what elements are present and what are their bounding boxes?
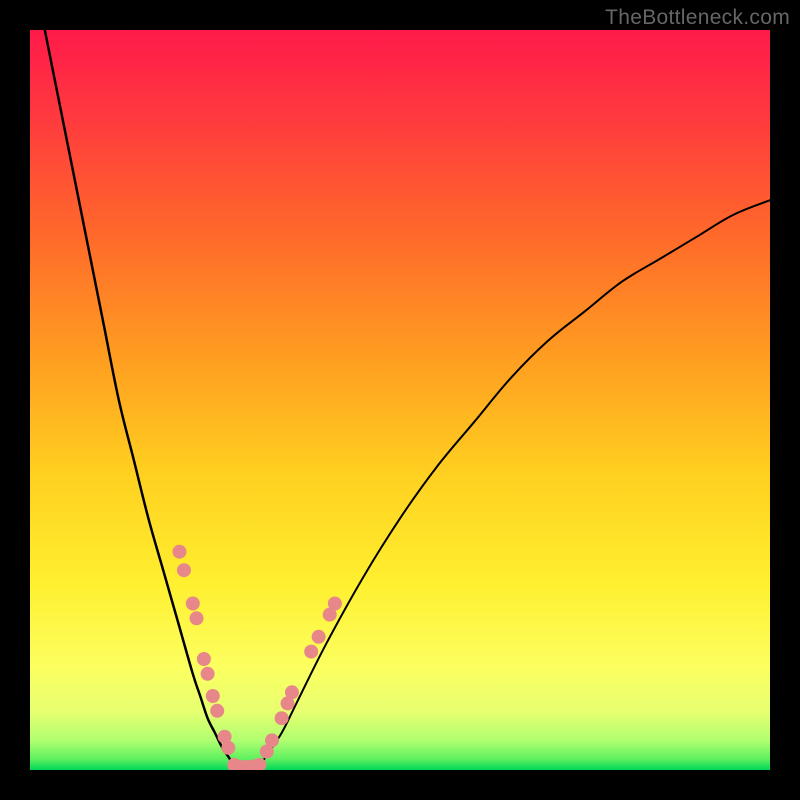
marker-dot [172, 545, 186, 559]
marker-dot [177, 563, 191, 577]
marker-dot [186, 597, 200, 611]
watermark-text: TheBottleneck.com [605, 6, 790, 30]
marker-dot [285, 685, 299, 699]
gradient-background [30, 30, 770, 770]
marker-dot [275, 711, 289, 725]
chart-frame [30, 30, 770, 770]
marker-dot [221, 741, 235, 755]
marker-dot [328, 597, 342, 611]
marker-dot [304, 645, 318, 659]
marker-dot [206, 689, 220, 703]
marker-dot [190, 611, 204, 625]
marker-dot [210, 704, 224, 718]
chart-plot [30, 30, 770, 770]
marker-dot [201, 667, 215, 681]
marker-dot [312, 630, 326, 644]
marker-dot [197, 652, 211, 666]
marker-dot [265, 733, 279, 747]
